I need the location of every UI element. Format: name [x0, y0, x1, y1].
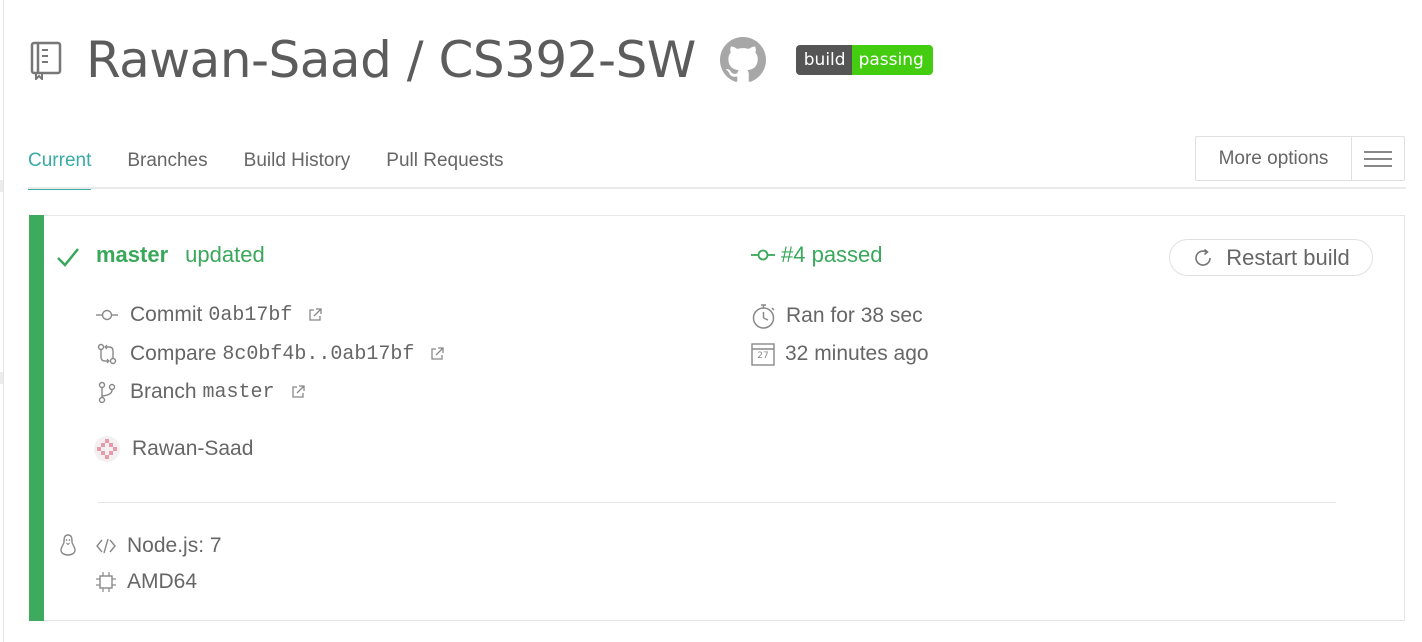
- build-branch-row: master updated: [96, 240, 265, 270]
- branch-status: updated: [185, 242, 265, 267]
- commit-sha-link[interactable]: 0ab17bf: [208, 304, 292, 327]
- branch-row: Branch master: [96, 377, 305, 407]
- calendar-icon: 27: [751, 342, 775, 366]
- repo-owner-link[interactable]: Rawan-Saad: [86, 31, 392, 89]
- build-number-link[interactable]: #4 passed: [781, 242, 883, 268]
- tab-build-history[interactable]: Build History: [244, 136, 351, 190]
- build-status-bar: [29, 215, 44, 621]
- repo-header: Rawan-Saad / CS392-SW build passing: [28, 28, 933, 92]
- arch-row: AMD64: [95, 567, 197, 597]
- author-avatar: [94, 436, 120, 462]
- build-status-badge[interactable]: build passing: [795, 45, 933, 75]
- finished-row: 27 32 minutes ago: [751, 339, 929, 369]
- build-finished-time: 32 minutes ago: [785, 342, 929, 365]
- tab-current[interactable]: Current: [28, 136, 92, 190]
- commit-row: Commit 0ab17bf: [96, 300, 323, 330]
- branch-label: Branch: [130, 380, 197, 403]
- restart-build-label: Restart build: [1226, 244, 1350, 270]
- page-left-border: [3, 0, 4, 642]
- branch-icon: [98, 381, 116, 403]
- build-number-row: #4 passed: [751, 240, 883, 270]
- repo-book-icon: [30, 41, 62, 80]
- more-options-label: More options: [1196, 137, 1352, 180]
- external-link-icon[interactable]: [430, 347, 445, 361]
- commit-icon: [96, 309, 118, 321]
- author-name: Rawan-Saad: [132, 437, 254, 460]
- restart-build-button[interactable]: Restart build: [1169, 239, 1373, 276]
- repo-separator: /: [391, 31, 439, 89]
- repo-tabs: Current Branches Build History Pull Requ…: [28, 136, 540, 190]
- branch-name-link[interactable]: master: [96, 242, 168, 268]
- calendar-day: 27: [757, 351, 769, 361]
- passed-check-icon: [57, 248, 79, 267]
- page-left-tick: [0, 372, 3, 384]
- compare-row: Compare 8c0bf4b..0ab17bf: [96, 339, 445, 369]
- compare-range-link[interactable]: 8c0bf4b..0ab17bf: [222, 343, 414, 366]
- tab-branches[interactable]: Branches: [127, 136, 207, 190]
- author-row: Rawan-Saad: [94, 434, 253, 464]
- language-row: Node.js: 7: [95, 531, 222, 561]
- arch-value: AMD64: [127, 570, 198, 593]
- commit-label: Commit: [130, 303, 203, 326]
- linux-icon: [60, 534, 76, 556]
- duration-row: Ran for 38 sec: [751, 300, 923, 332]
- restart-icon: [1195, 248, 1212, 266]
- commit-green-icon: [751, 249, 775, 261]
- github-icon[interactable]: [719, 37, 766, 83]
- external-link-icon[interactable]: [291, 385, 305, 399]
- compare-icon: [97, 343, 117, 365]
- page-left-tick: [0, 180, 3, 192]
- build-duration: Ran for 38 sec: [786, 304, 923, 327]
- code-icon: [96, 538, 116, 554]
- branch-value-link[interactable]: master: [203, 381, 275, 404]
- repo-name-link[interactable]: CS392-SW: [438, 31, 696, 89]
- compare-label: Compare: [130, 342, 217, 365]
- tabs-divider: [28, 187, 1406, 189]
- hamburger-icon[interactable]: [1352, 137, 1404, 180]
- tab-pull-requests[interactable]: Pull Requests: [386, 136, 503, 190]
- language-version: Node.js: 7: [127, 534, 222, 557]
- repo-title: Rawan-Saad / CS392-SW: [86, 31, 696, 89]
- more-options-button[interactable]: More options: [1195, 136, 1405, 181]
- cpu-icon: [96, 572, 116, 592]
- build-card-divider: [98, 502, 1336, 503]
- external-link-icon[interactable]: [308, 308, 323, 322]
- stopwatch-icon: [752, 303, 775, 329]
- badge-status: passing: [851, 45, 933, 75]
- badge-label: build: [795, 45, 852, 75]
